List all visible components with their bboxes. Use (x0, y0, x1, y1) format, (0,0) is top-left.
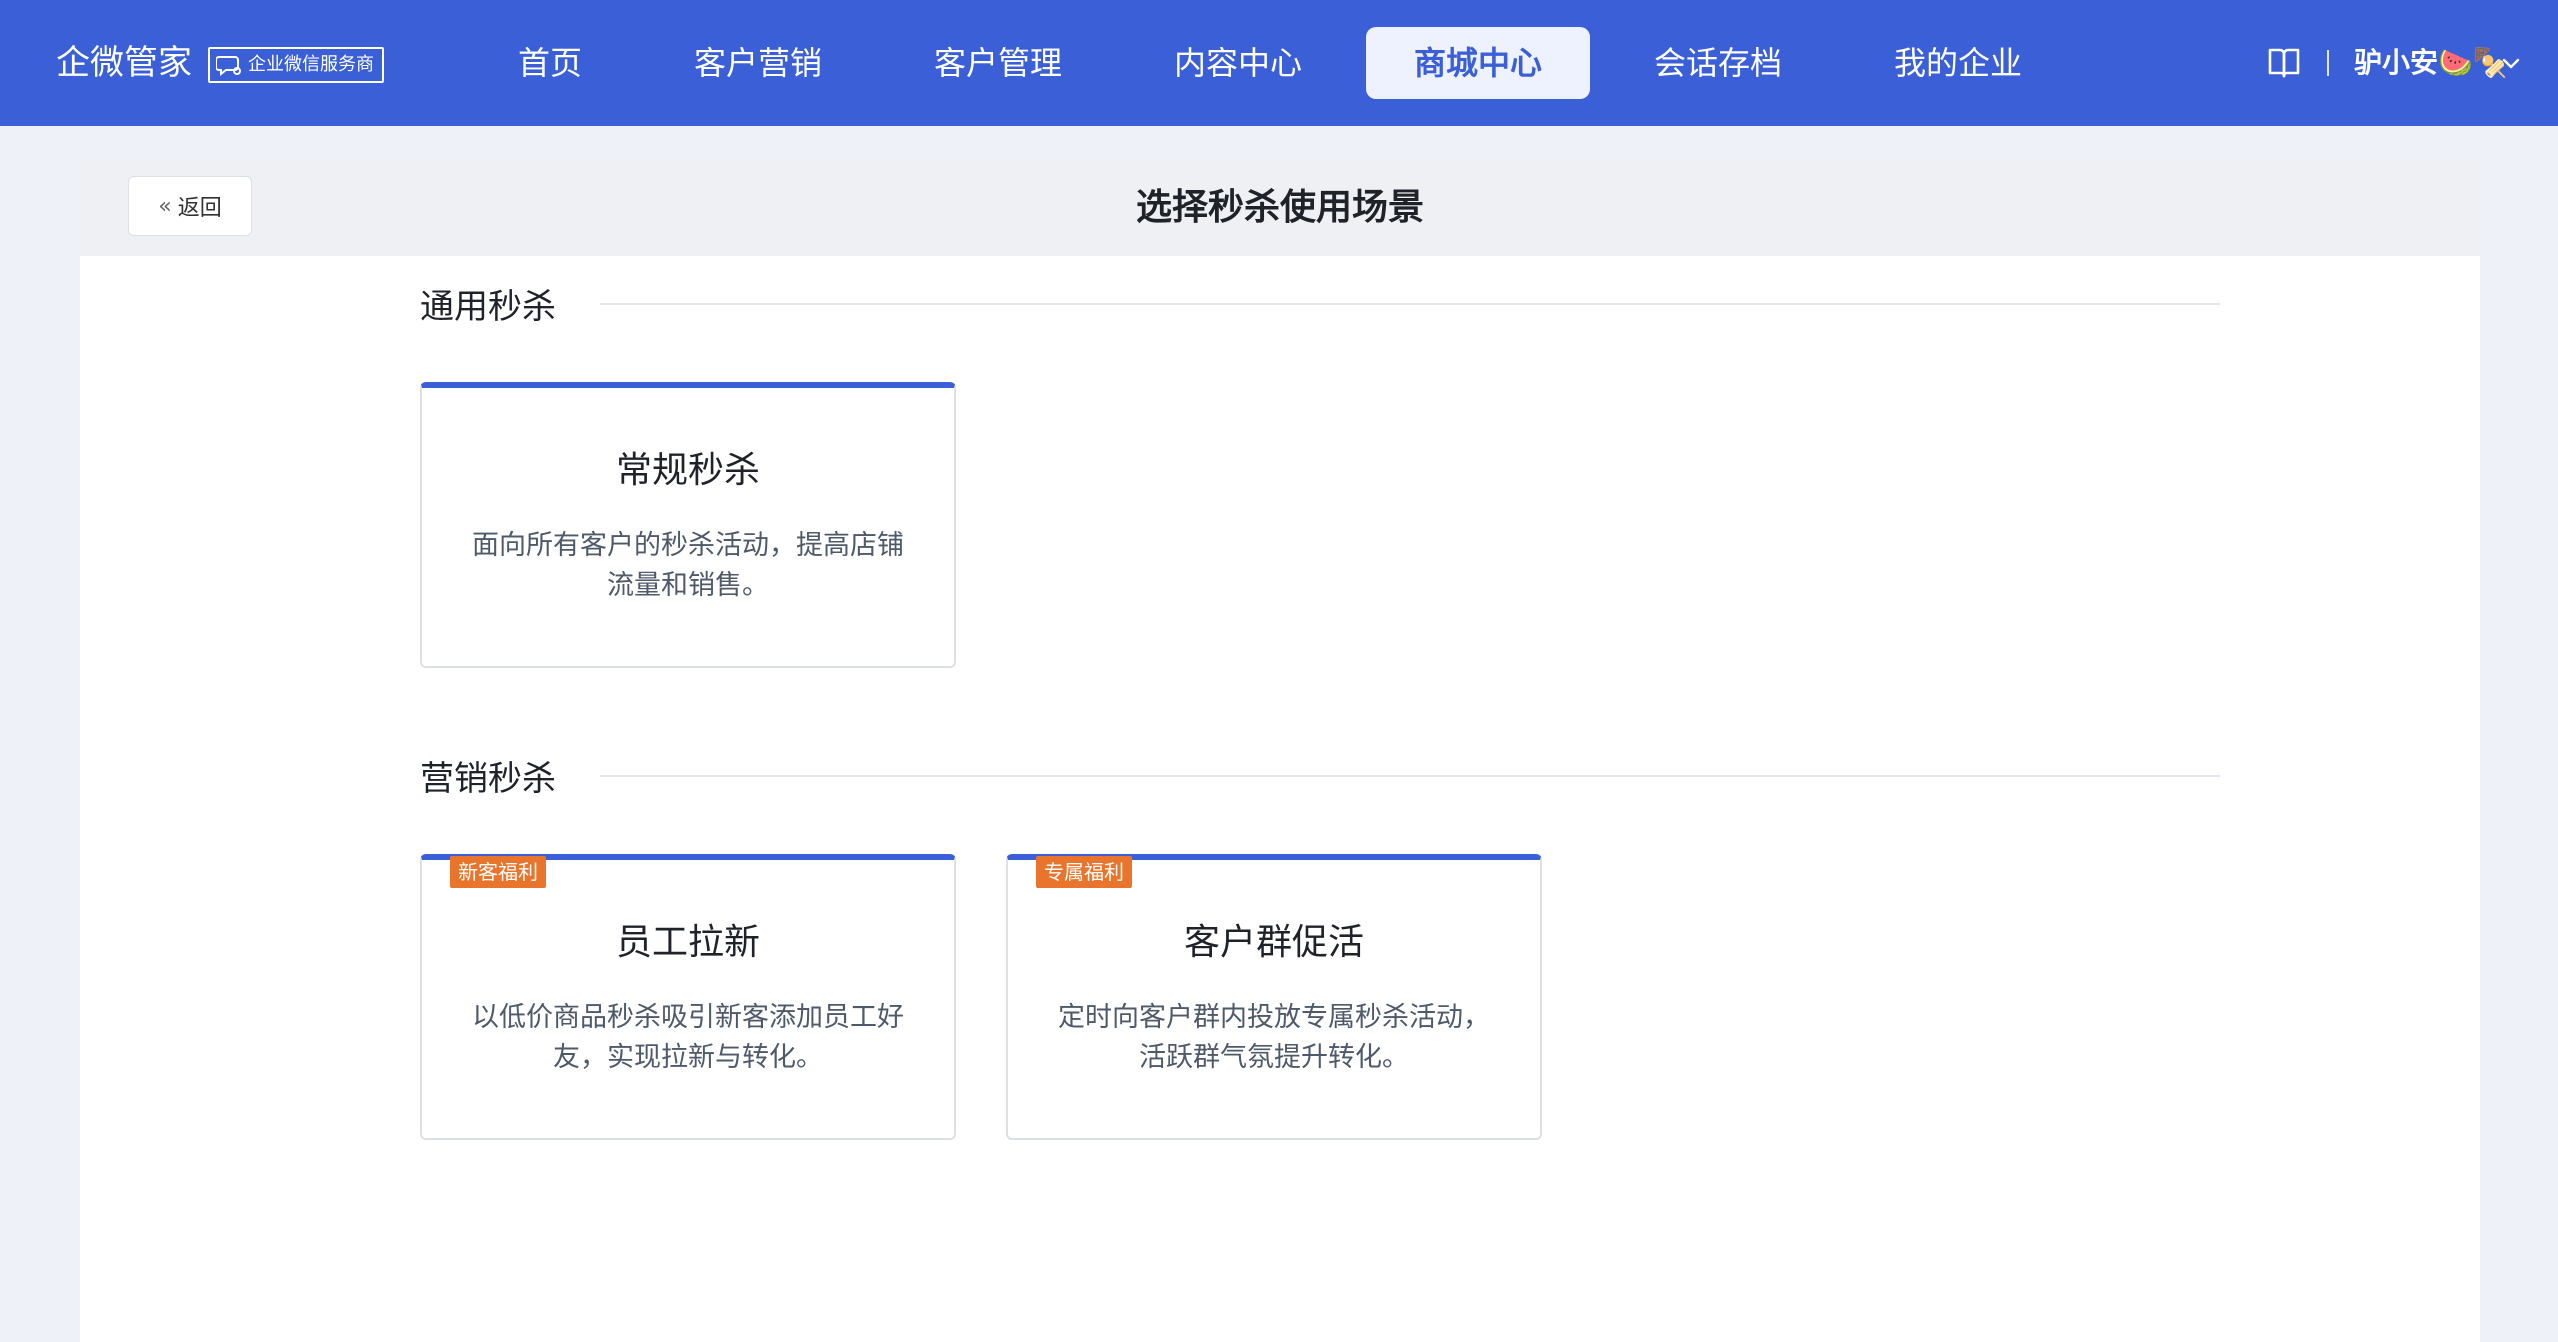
card-description: 面向所有客户的秒杀活动，提高店铺流量和销售。 (472, 530, 904, 601)
back-button-label: 返回 (177, 196, 222, 221)
nav-customer-management[interactable]: 客户管理 (924, 27, 1072, 99)
scene-card-staff-acquisition[interactable]: 新客福利 员工拉新 以低价商品秒杀吸引新客添加员工好友，实现拉新与转化。 (420, 854, 956, 1140)
section-title-general: 通用秒杀 (420, 287, 556, 327)
nav-my-enterprise[interactable]: 我的企业 (1884, 27, 2032, 99)
top-nav-bar: 企微管家 企业微信服务商 首页 客户营销 客户管理 内容中心 商城中心 会话存档… (0, 0, 2558, 126)
chevron-down-icon[interactable] (2500, 52, 2522, 74)
page-title: 选择秒杀使用场景 (1135, 187, 1424, 228)
nav-home[interactable]: 首页 (498, 27, 602, 99)
card-description: 定时向客户群内投放专属秒杀活动，活跃群气氛提升转化。 (1058, 1002, 1490, 1073)
card-badge: 新客福利 (450, 856, 546, 888)
nav-mall-center[interactable]: 商城中心 (1366, 27, 1590, 99)
brand-tag: 企业微信服务商 (208, 47, 384, 83)
section-divider (600, 303, 2220, 305)
user-name[interactable]: 驴小安🍉🍢 (2354, 38, 2508, 88)
nav-customer-marketing[interactable]: 客户营销 (684, 27, 832, 99)
card-badge: 专属福利 (1036, 856, 1132, 888)
scene-card-group-activation[interactable]: 专属福利 客户群促活 定时向客户群内投放专属秒杀活动，活跃群气氛提升转化。 (1006, 854, 1542, 1140)
user-divider (2327, 50, 2329, 76)
card-title: 常规秒杀 (615, 450, 760, 491)
card-description: 以低价商品秒杀吸引新客添加员工好友，实现拉新与转化。 (472, 1002, 904, 1073)
chat-bubble-icon (216, 56, 241, 76)
section-title-marketing: 营销秒杀 (420, 759, 556, 799)
back-button[interactable]: « 返回 (128, 176, 252, 236)
book-icon[interactable] (2266, 44, 2302, 80)
content-panel: 选择秒杀使用场景 « 返回 通用秒杀 常规秒杀 面向所有客户的秒杀活动，提高店铺… (80, 160, 2480, 1342)
brand-name[interactable]: 企微管家 (56, 38, 192, 88)
section-divider (600, 775, 2220, 777)
double-chevron-left-icon: « (158, 193, 172, 219)
panel-header: 选择秒杀使用场景 « 返回 (80, 160, 2480, 256)
card-title: 客户群促活 (1183, 922, 1364, 963)
scene-card-regular[interactable]: 常规秒杀 面向所有客户的秒杀活动，提高店铺流量和销售。 (420, 382, 956, 668)
nav-content-center[interactable]: 内容中心 (1164, 27, 1312, 99)
nav-session-archive[interactable]: 会话存档 (1644, 27, 1792, 99)
brand-tag-label: 企业微信服务商 (248, 54, 374, 75)
card-title: 员工拉新 (615, 922, 760, 963)
